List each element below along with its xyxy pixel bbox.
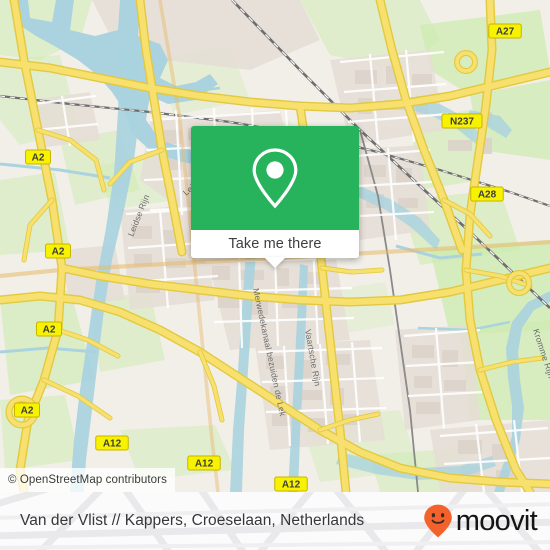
callout-action-area[interactable]: Take me there	[191, 230, 359, 268]
road-shield: A27	[488, 23, 522, 39]
road-shield: A2	[25, 149, 51, 165]
map-pin-icon	[252, 148, 298, 209]
road-shield: A2	[45, 243, 71, 259]
road-shield-label: A2	[43, 325, 56, 336]
road-shield-label: A2	[21, 406, 34, 417]
map-attribution[interactable]: © OpenStreetMap contributors	[0, 468, 175, 492]
road-shield: A28	[470, 186, 504, 202]
road-shield: N237	[441, 113, 483, 129]
place-title: Van der Vlist // Kappers, Croeselaan, Ne…	[20, 512, 365, 529]
road-shield-label: A28	[478, 190, 497, 201]
moovit-smiley-pin-icon	[423, 504, 452, 538]
road-shield-label: A12	[195, 459, 214, 470]
road-shield: A12	[274, 476, 308, 492]
road-shield-label: N237	[450, 117, 474, 128]
bottom-info-bar: Van der Vlist // Kappers, Croeselaan, Ne…	[0, 492, 550, 550]
road-shield: A2	[14, 402, 40, 418]
road-shield: A12	[187, 455, 221, 471]
road-shield-label: A2	[52, 247, 65, 258]
road-shield-label: A12	[103, 439, 122, 450]
road-shield-label: A2	[32, 153, 45, 164]
take-me-there-label: Take me there	[228, 236, 322, 252]
place-callout-card[interactable]: Take me there	[191, 126, 359, 268]
moovit-wordmark: moovit	[455, 504, 538, 537]
moovit-place-card: Leidse RijnLeidse RijnMerwedekanaal bezu…	[0, 0, 550, 550]
callout-icon-area	[191, 126, 359, 230]
road-shield-label: A12	[282, 480, 301, 491]
callout-pointer	[264, 257, 286, 268]
road-shield: A12	[95, 435, 129, 451]
road-shield: A2	[36, 321, 62, 337]
moovit-logo[interactable]: moovit	[422, 503, 538, 539]
road-shield-label: A27	[496, 27, 515, 38]
